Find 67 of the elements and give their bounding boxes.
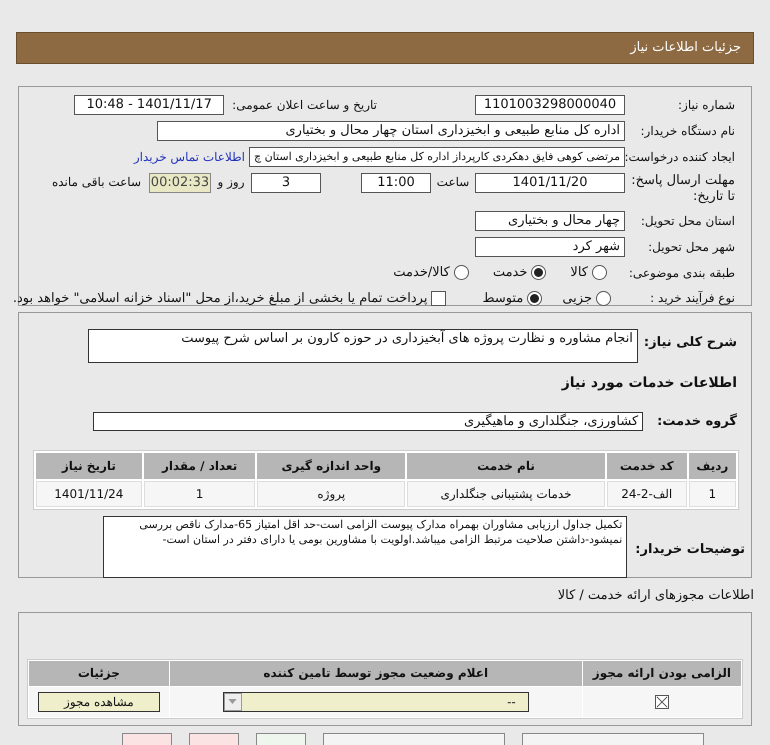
view-permit-button[interactable]: مشاهده مجوز [38,692,160,712]
column-header: ردیف [688,452,736,478]
radio-button[interactable] [527,290,542,306]
field-label: توضیحات خریدار: [635,540,745,558]
radio-button[interactable] [592,265,607,280]
column-header: کد خدمت [606,452,687,478]
field-label: ساعت [436,174,470,191]
table-cell: پروژه [257,480,406,506]
radio-label: کالا/خدمت [393,264,450,282]
field-label: نوع فرآیند خرید : [649,290,735,308]
radio-button[interactable] [531,265,546,280]
field-label: تاریخ و ساعت اعلان عمومی: [232,97,377,114]
column-header: الزامی بودن ارائه مجوز [582,660,741,686]
page-title: جزئیات اطلاعات نیاز [630,39,741,58]
text-field[interactable]: 1101003298000040 [475,95,625,115]
table-cell: الف-2-24 [606,480,687,506]
column-header: جزئیات [29,660,169,686]
table-cell: خدمات پشتیبانی جنگلداری [407,480,605,506]
field-label: ساعت باقی مانده [52,174,141,191]
column-header: واحد اندازه گیری [257,452,406,478]
text-field[interactable]: 3 [251,173,321,193]
text-field[interactable]: چهار محال و بختیاری [475,211,625,231]
checkbox-label: پرداخت تمام یا بخشی از مبلغ خرید،از محل "اسناد خزانه اسلامی" خواهد بود. [12,290,428,308]
field-label: طبقه بندی موضوعی: [631,264,735,282]
text-field[interactable]: 1401/11/20 [475,173,625,193]
field-label: گروه خدمت: [657,412,737,431]
field-label: شماره نیاز: [677,97,735,114]
text-field[interactable]: مرتضی کوهی فایق دهکردی کارپرداز اداره کل منابع طبیعی و ابخیزداری استان چ [249,147,625,167]
radio-label: کالا [570,264,588,282]
field-label: شرح کلی نیاز: [644,334,737,352]
footer-button[interactable] [189,733,239,745]
column-header: اعلام وضعیت مجوز توسط تامین کننده [170,660,582,686]
field-label: استان محل تحویل: [640,213,735,230]
column-header: تعداد / مقدار [144,452,256,478]
text-field[interactable]: 1401/11/17 - 10:48 [74,95,224,115]
section-title: اطلاعات خدمات مورد نیاز [560,374,737,393]
radio-button[interactable] [596,290,611,306]
radio-label: جزیی [562,290,592,308]
radio-button[interactable] [454,265,469,280]
field-label: شهر محل تحویل: [647,239,735,256]
footer-button[interactable] [522,733,704,745]
field-label: نام دستگاه خریدار: [640,123,735,140]
column-header: تاریخ نیاز [36,452,142,478]
radio-label: خدمت [492,264,528,282]
summary-field: انجام مشاوره و نظارت پروژه های آبخیزداری در حوزه کارون بر اساس شرح پیوست [88,329,638,363]
table-cell: 1 [144,480,256,506]
text-field[interactable]: اداره کل منابع طبیعی و ابخیزداری استان چهار محال و بختیاری [157,121,625,141]
section-title: اطلاعات مجوزهای ارائه خدمت / کالا [556,587,754,605]
radio-label: متوسط [482,290,524,308]
text-field[interactable]: شهر کرد [475,237,625,257]
column-header: نام خدمت [407,452,605,478]
contact-link[interactable]: اطلاعات تماس خریدار [134,148,245,166]
status-dropdown[interactable]: -- [222,692,529,712]
caret-icon [224,692,242,710]
footer-button[interactable] [256,733,306,745]
field-label: مهلت ارسال پاسخ: تا تاریخ: [630,173,735,205]
remaining-time: 00:02:33 [149,173,211,193]
checkbox[interactable] [431,290,446,306]
service-group-field: کشاورزی، جنگلداری و ماهیگیری [93,412,644,432]
table-cell: 1 [688,480,736,506]
field-label: روز و [216,174,246,191]
footer-button[interactable] [323,733,505,745]
text-field[interactable]: 11:00 [361,173,431,193]
table-cell: 1401/11/24 [36,480,142,506]
notes-field: تکمیل جداول ارزیابی مشاوران بهمراه مدارک پیوست الزامی است-حد اقل امتیاز 65-مدارک ناقص بررسی نمیشود-داشتن صلاحیت مرتبط الزامی میباشد.اولویت با مشاورین بومی یا دارای دفتر در استان است- [103,516,628,578]
footer-button[interactable] [122,733,172,745]
field-label: ایجاد کننده درخواست: [625,149,735,166]
